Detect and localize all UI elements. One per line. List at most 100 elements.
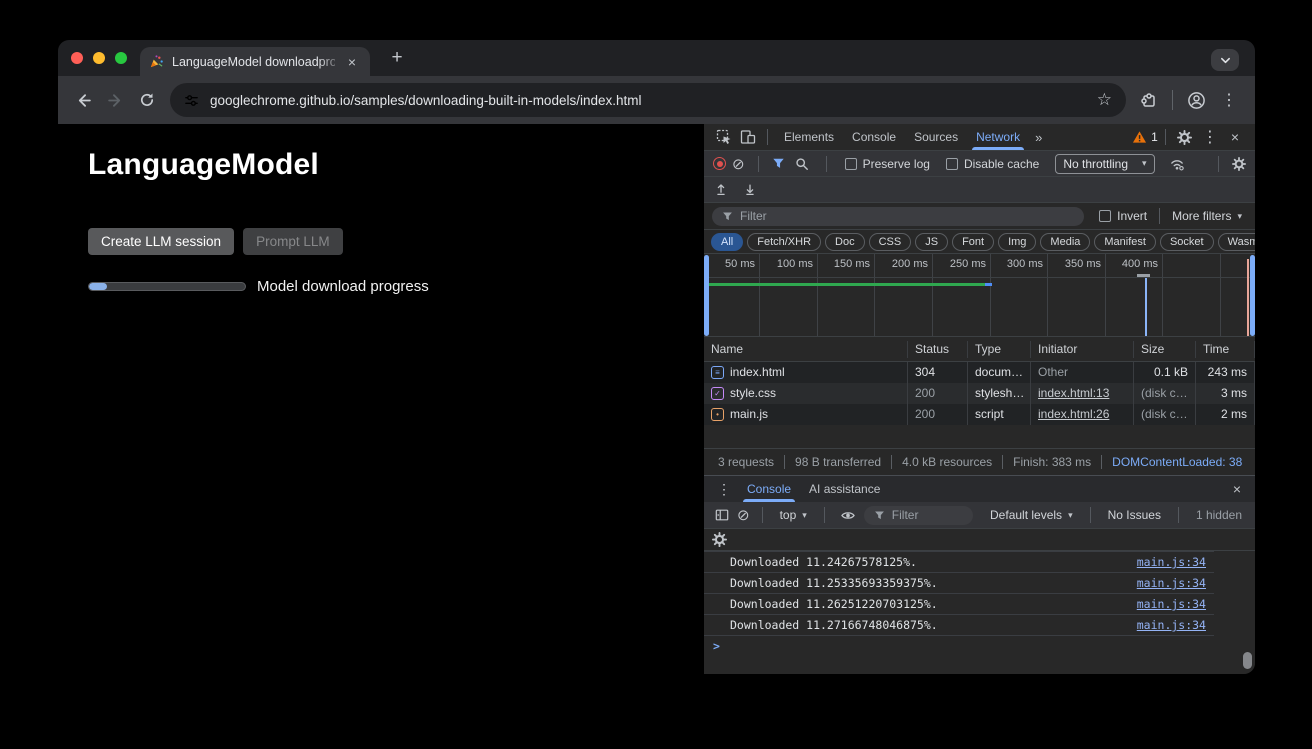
profile-button[interactable] xyxy=(1181,85,1211,115)
tab-console[interactable]: Console xyxy=(843,124,905,150)
console-message[interactable]: Downloaded 11.27166748046875%. main.js:3… xyxy=(704,614,1214,635)
back-button[interactable] xyxy=(68,85,98,115)
network-conditions-button[interactable] xyxy=(1166,157,1188,171)
source-link[interactable]: main.js:34 xyxy=(1137,597,1214,611)
forward-button[interactable] xyxy=(100,85,130,115)
chip-manifest[interactable]: Manifest xyxy=(1094,233,1156,251)
bookmark-star-icon[interactable]: ☆ xyxy=(1091,90,1118,110)
chip-media[interactable]: Media xyxy=(1040,233,1090,251)
tab-network[interactable]: Network xyxy=(967,124,1029,150)
clear-network-log-icon[interactable]: ⊘ xyxy=(732,155,745,173)
console-settings-button[interactable] xyxy=(712,532,727,547)
chip-fetch-xhr[interactable]: Fetch/XHR xyxy=(747,233,821,251)
more-tabs-button[interactable]: » xyxy=(1029,130,1048,145)
initiator-link[interactable]: index.html:13 xyxy=(1031,383,1134,404)
url-bar[interactable]: googlechrome.github.io/samples/downloadi… xyxy=(170,83,1126,117)
devtools-close-icon[interactable]: × xyxy=(1223,129,1247,145)
console-message[interactable]: Downloaded 11.24267578125%. main.js:34 xyxy=(704,551,1214,572)
tab-close-icon[interactable]: × xyxy=(343,53,361,71)
disable-cache-checkbox[interactable]: Disable cache xyxy=(946,157,1039,171)
new-tab-button[interactable]: + xyxy=(384,47,410,69)
col-time[interactable]: Time xyxy=(1196,341,1255,358)
col-name[interactable]: Name xyxy=(704,341,908,358)
chip-wasm[interactable]: Wasm xyxy=(1218,233,1255,251)
invert-checkbox[interactable]: Invert xyxy=(1099,209,1147,223)
record-button[interactable] xyxy=(713,157,726,170)
chip-font[interactable]: Font xyxy=(952,233,994,251)
col-status[interactable]: Status xyxy=(908,341,968,358)
resources: 4.0 kB resources xyxy=(892,455,1003,469)
extensions-button[interactable] xyxy=(1134,85,1164,115)
active-tab-underline xyxy=(972,147,1024,150)
tab-title-fade xyxy=(318,51,344,72)
clear-console-icon[interactable]: ⊘ xyxy=(737,506,750,524)
drawer-tab-ai-assistance[interactable]: AI assistance xyxy=(800,476,889,502)
filter-toggle-button[interactable] xyxy=(772,157,785,170)
chip-js[interactable]: JS xyxy=(915,233,948,251)
net-toolbar-divider-2 xyxy=(826,156,827,172)
col-type[interactable]: Type xyxy=(968,341,1031,358)
overview-left-grip[interactable] xyxy=(704,255,709,336)
console-message[interactable]: Downloaded 11.26251220703125%. main.js:3… xyxy=(704,593,1214,614)
device-toolbar-button[interactable] xyxy=(736,129,760,145)
close-window-button[interactable] xyxy=(71,52,83,64)
chip-doc[interactable]: Doc xyxy=(825,233,865,251)
inspect-element-button[interactable] xyxy=(712,129,736,145)
devtools-menu-button[interactable]: ⋮ xyxy=(1197,127,1223,147)
dom-content-loaded-marker xyxy=(1145,278,1147,336)
active-tab-underline xyxy=(743,499,795,502)
col-initiator[interactable]: Initiator xyxy=(1031,341,1134,358)
network-search-button[interactable] xyxy=(791,157,813,171)
table-row[interactable]: ✓style.css 200 stylesh… index.html:13 (d… xyxy=(704,383,1255,404)
create-llm-session-button[interactable]: Create LLM session xyxy=(88,228,234,255)
script-file-icon: • xyxy=(711,408,724,421)
progress-fill xyxy=(89,283,107,290)
reload-button[interactable] xyxy=(132,85,162,115)
drawer-tab-console[interactable]: Console xyxy=(738,476,800,502)
table-row[interactable]: •main.js 200 script index.html:26 (disk … xyxy=(704,404,1255,425)
overview-right-grip[interactable] xyxy=(1250,255,1255,336)
caret-down-icon: ▾ xyxy=(1237,211,1242,222)
network-toolbar: ⊘ Preserve log Disable cache No throttli… xyxy=(704,151,1255,177)
source-link[interactable]: main.js:34 xyxy=(1137,576,1214,590)
maximize-window-button[interactable] xyxy=(115,52,127,64)
net-toolbar-divider-3 xyxy=(1218,156,1219,172)
issues-counter[interactable]: No Issues xyxy=(1108,508,1161,522)
chip-img[interactable]: Img xyxy=(998,233,1036,251)
export-har-button[interactable] xyxy=(743,183,757,197)
console-prompt[interactable]: > xyxy=(704,635,1214,655)
chip-all[interactable]: All xyxy=(711,233,743,251)
col-size[interactable]: Size xyxy=(1134,341,1196,358)
preserve-log-checkbox[interactable]: Preserve log xyxy=(845,157,930,171)
devtools-settings-button[interactable] xyxy=(1173,130,1197,145)
throttling-select[interactable]: No throttling▾ xyxy=(1055,154,1154,174)
minimize-window-button[interactable] xyxy=(93,52,105,64)
network-timeline-overview[interactable]: 50 ms 100 ms 150 ms 200 ms 250 ms 300 ms… xyxy=(704,254,1255,337)
console-message[interactable]: Downloaded 11.25335693359375%. main.js:3… xyxy=(704,572,1214,593)
console-scrollbar-thumb[interactable] xyxy=(1243,652,1252,669)
log-levels-select[interactable]: Default levels▾ xyxy=(990,508,1073,522)
more-filters-button[interactable]: More filters▾ xyxy=(1172,209,1242,223)
context-selector[interactable]: top▾ xyxy=(780,508,807,522)
network-filter-input[interactable]: Filter xyxy=(712,207,1084,226)
browser-tab[interactable]: LanguageModel downloadpro × xyxy=(140,47,370,76)
drawer-close-icon[interactable]: × xyxy=(1225,481,1249,497)
issues-warning[interactable]: 1 xyxy=(1132,130,1158,144)
chip-socket[interactable]: Socket xyxy=(1160,233,1214,251)
browser-menu-button[interactable]: ⋮ xyxy=(1213,90,1245,110)
tab-elements[interactable]: Elements xyxy=(775,124,843,150)
tab-sources[interactable]: Sources xyxy=(905,124,967,150)
import-har-button[interactable] xyxy=(714,183,728,197)
initiator-link[interactable]: index.html:26 xyxy=(1031,404,1134,425)
tab-search-button[interactable] xyxy=(1211,49,1239,71)
source-link[interactable]: main.js:34 xyxy=(1137,555,1214,569)
drawer-menu-button[interactable]: ⋮ xyxy=(710,481,738,498)
console-sidebar-button[interactable] xyxy=(712,508,732,522)
chip-css[interactable]: CSS xyxy=(869,233,912,251)
network-settings-button[interactable] xyxy=(1232,157,1246,171)
live-expression-button[interactable] xyxy=(837,509,859,522)
source-link[interactable]: main.js:34 xyxy=(1137,618,1214,632)
gridline xyxy=(1162,254,1163,336)
table-row[interactable]: ≡index.html 304 docum… Other 0.1 kB 243 … xyxy=(704,362,1255,383)
console-filter-input[interactable]: Filter xyxy=(864,506,973,525)
